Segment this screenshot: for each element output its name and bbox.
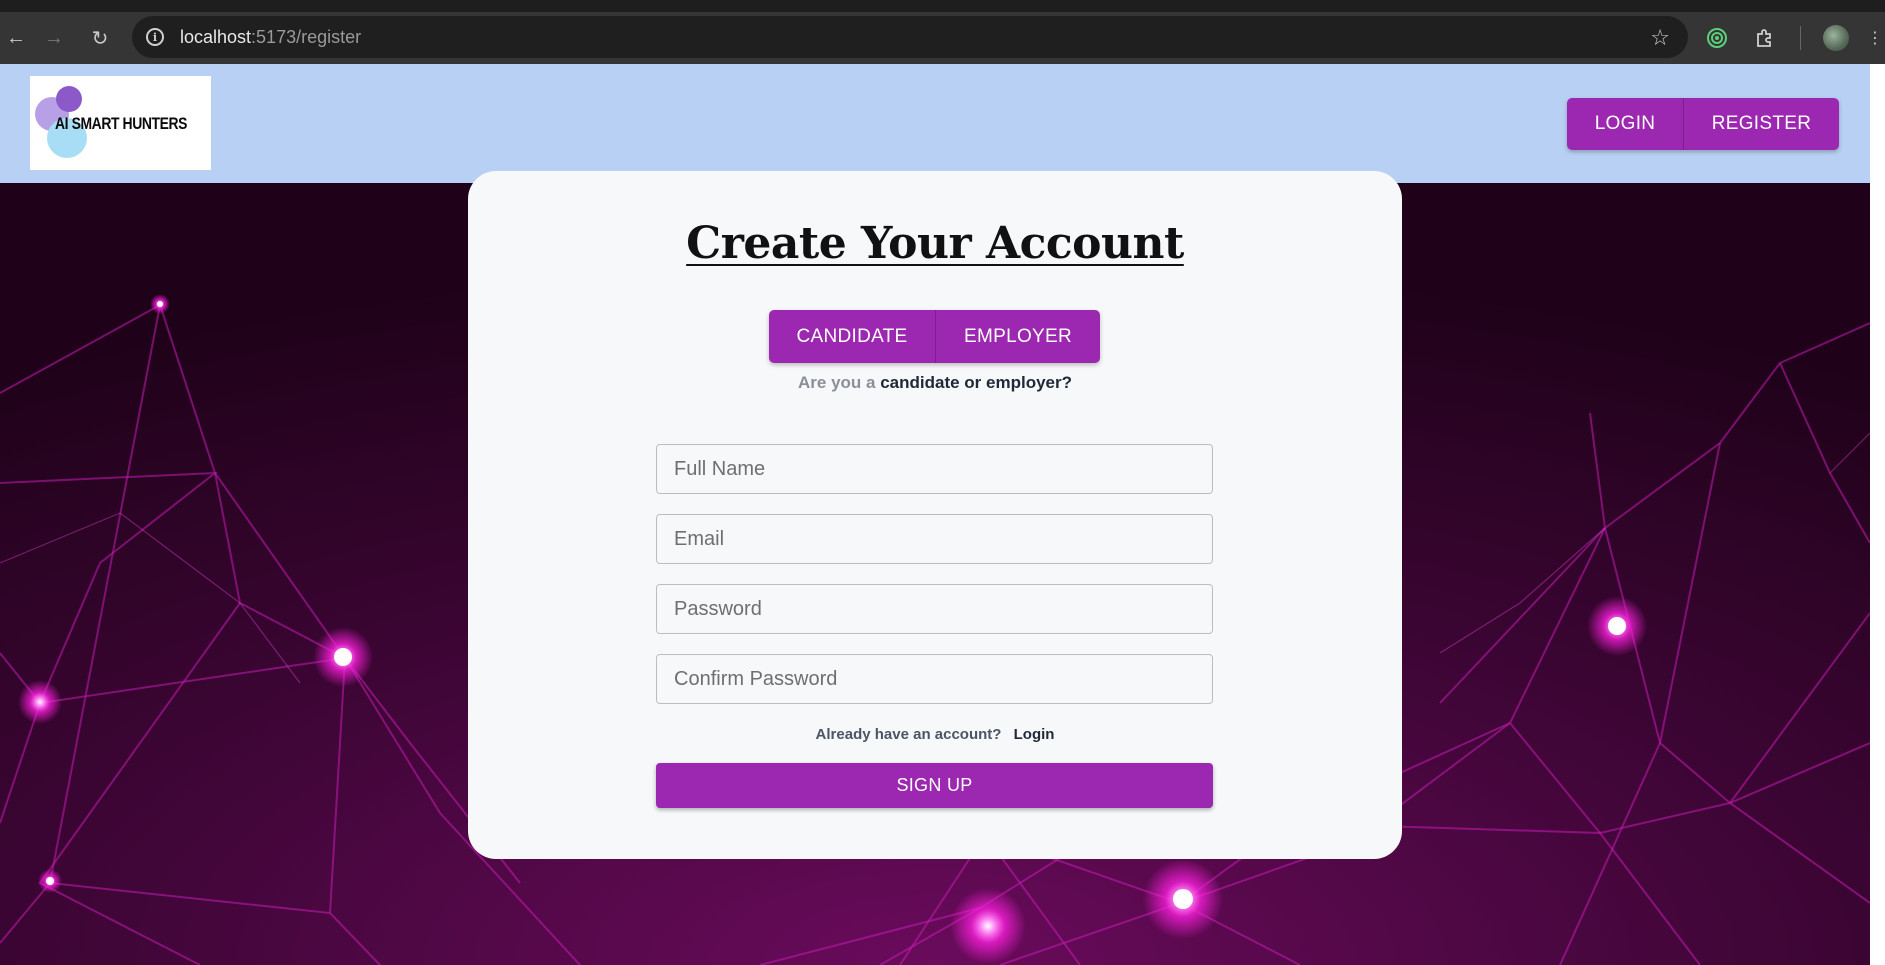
page-scrollbar-gutter <box>1870 64 1885 965</box>
forward-arrow-icon[interactable]: → <box>38 22 70 54</box>
register-button[interactable]: REGISTER <box>1684 98 1839 150</box>
extensions-area: ⋮ <box>1704 12 1885 64</box>
logo-circle-purple <box>56 86 82 112</box>
page-title: Create Your Account <box>686 218 1184 269</box>
page-viewport: AI SMART HUNTERS LOGIN REGISTER Create Y… <box>0 64 1870 965</box>
auth-button-group: LOGIN REGISTER <box>1567 98 1839 150</box>
logo-text: AI SMART HUNTERS <box>55 114 188 133</box>
address-bar[interactable]: i localhost:5173/register ☆ <box>132 16 1688 58</box>
toolbar-separator <box>1800 26 1801 50</box>
site-logo[interactable]: AI SMART HUNTERS <box>30 76 211 170</box>
register-card: Create Your Account CANDIDATE EMPLOYER A… <box>468 171 1402 859</box>
bookmark-star-icon[interactable]: ☆ <box>1650 25 1670 51</box>
login-link[interactable]: Login <box>1014 726 1055 743</box>
browser-toolbar: ← → ↻ i localhost:5173/register ☆ ⋮ <box>0 12 1885 64</box>
confirm-password-input[interactable] <box>656 654 1213 704</box>
signup-button[interactable]: SIGN UP <box>656 763 1213 808</box>
already-account-line: Already have an account? Login <box>468 726 1402 743</box>
role-question-emphasis: candidate or employer? <box>880 373 1072 392</box>
site-info-icon[interactable]: i <box>146 28 164 46</box>
browser-tab-strip <box>0 0 1885 12</box>
candidate-role-button[interactable]: CANDIDATE <box>769 310 936 363</box>
site-header: AI SMART HUNTERS LOGIN REGISTER <box>0 64 1870 183</box>
back-arrow-icon[interactable]: ← <box>0 22 32 54</box>
role-toggle-group: CANDIDATE EMPLOYER <box>769 310 1100 363</box>
url-host: localhost <box>180 26 252 47</box>
role-question-prefix: Are you a <box>798 373 876 392</box>
target-extension-icon[interactable] <box>1704 25 1730 51</box>
already-account-text: Already have an account? <box>815 726 1002 743</box>
kebab-menu-icon[interactable]: ⋮ <box>1867 25 1883 51</box>
address-url: localhost:5173/register <box>180 27 361 48</box>
email-input[interactable] <box>656 514 1213 564</box>
url-path: :5173/register <box>251 26 362 47</box>
reload-icon[interactable]: ↻ <box>84 22 116 54</box>
password-input[interactable] <box>656 584 1213 634</box>
role-question: Are you a candidate or employer? <box>468 373 1402 393</box>
employer-role-button[interactable]: EMPLOYER <box>936 310 1100 363</box>
full-name-input[interactable] <box>656 444 1213 494</box>
login-button[interactable]: LOGIN <box>1567 98 1684 150</box>
puzzle-extensions-icon[interactable] <box>1752 25 1778 51</box>
profile-avatar[interactable] <box>1823 25 1849 51</box>
